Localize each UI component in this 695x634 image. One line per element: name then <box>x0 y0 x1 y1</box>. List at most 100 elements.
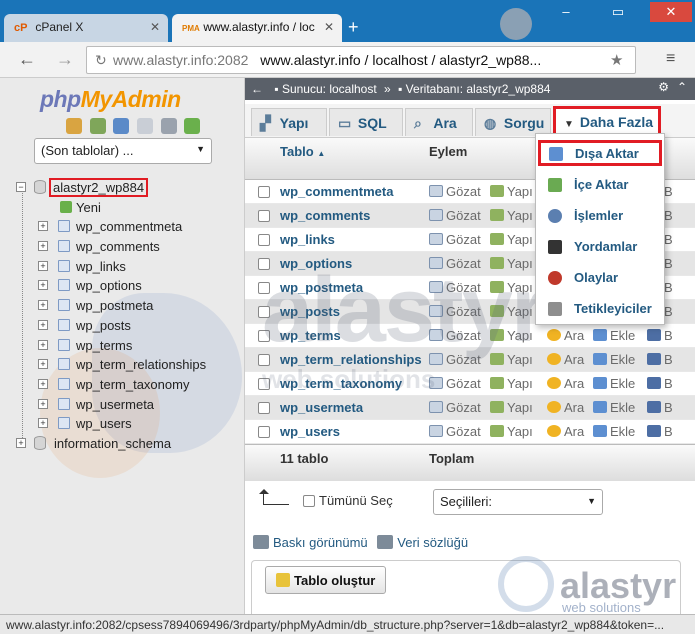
tab-query[interactable]: ◍ Sorgu <box>475 108 551 136</box>
search-action[interactable]: Ara <box>547 352 584 367</box>
menu-item-operations[interactable]: İşlemler <box>536 203 664 229</box>
address-bar[interactable]: ↻ www.alastyr.info:2082 www.alastyr.info… <box>86 46 636 74</box>
browse-action[interactable]: Gözat <box>429 232 481 247</box>
expand-icon[interactable]: + <box>38 359 48 370</box>
window-close-icon[interactable]: ✕ <box>650 2 692 22</box>
browse-action[interactable]: Gözat <box>429 400 481 415</box>
table-name-link[interactable]: wp_comments <box>280 208 370 223</box>
collapse-up-icon[interactable]: ⌃ <box>677 80 687 94</box>
expand-icon[interactable]: + <box>38 241 48 252</box>
tree-db-label[interactable]: information_schema <box>54 436 171 451</box>
back-arrow-icon[interactable]: ← <box>18 49 36 70</box>
expand-icon[interactable]: + <box>38 280 48 291</box>
tree-table-node[interactable]: + wp_posts <box>16 316 236 336</box>
help-icon[interactable] <box>113 118 130 134</box>
empty-action[interactable]: B <box>647 424 673 439</box>
maximize-icon[interactable]: ▭ <box>600 2 636 22</box>
search-action[interactable]: Ara <box>547 376 584 391</box>
browser-tab-phpmyadmin[interactable]: PMA www.alastyr.info / loc ✕ <box>172 14 342 42</box>
browse-action[interactable]: Gözat <box>429 424 481 439</box>
data-dictionary-link[interactable]: Veri sözlüğü <box>397 535 468 550</box>
tree-db-node[interactable]: − alastyr2_wp884 <box>16 178 236 198</box>
tree-table-node[interactable]: + wp_options <box>16 276 236 296</box>
breadcrumb-server[interactable]: Sunucu: localhost <box>282 82 377 96</box>
tree-table-node[interactable]: + wp_term_relationships <box>16 355 236 375</box>
row-checkbox[interactable] <box>258 234 270 246</box>
print-view-link[interactable]: Baskı görünümü <box>273 535 368 550</box>
expand-icon[interactable]: + <box>38 378 48 389</box>
insert-action[interactable]: Ekle <box>593 328 635 343</box>
recent-tables-select[interactable]: (Son tablolar) ... ▼ <box>34 138 212 164</box>
expand-icon[interactable]: + <box>38 221 48 232</box>
reload-icon[interactable]: ↻ <box>95 52 107 69</box>
search-action[interactable]: Ara <box>547 424 584 439</box>
structure-action[interactable]: Yapı <box>490 208 533 223</box>
tree-table-node[interactable]: + wp_users <box>16 414 236 434</box>
minimize-icon[interactable]: – <box>548 2 584 22</box>
tab-structure[interactable]: ▞ Yapı <box>251 108 327 136</box>
settings-icon[interactable] <box>160 118 177 134</box>
tree-table-node[interactable]: + wp_usermeta <box>16 395 236 415</box>
collapse-icon[interactable]: − <box>16 182 26 192</box>
phpmyadmin-logo[interactable]: phpMyAdmin <box>40 86 181 113</box>
bookmark-star-icon[interactable]: ★ <box>610 51 623 69</box>
tree-db-label[interactable]: alastyr2_wp884 <box>49 178 149 197</box>
expand-icon[interactable]: + <box>38 300 48 311</box>
empty-action[interactable]: B <box>647 328 673 343</box>
browser-tab-cpanel[interactable]: cP cPanel X ✕ <box>4 14 168 42</box>
expand-icon[interactable]: + <box>38 418 48 429</box>
tree-table-node[interactable]: + wp_links <box>16 257 236 277</box>
close-icon[interactable]: ✕ <box>150 20 160 34</box>
tab-sql[interactable]: ▭ SQL <box>329 108 403 136</box>
menu-item-events[interactable]: Olaylar <box>536 265 664 291</box>
empty-action[interactable]: B <box>647 376 673 391</box>
col-table-header[interactable]: Tablo ▲ <box>280 144 325 159</box>
structure-action[interactable]: Yapı <box>490 184 533 199</box>
table-name-link[interactable]: wp_users <box>280 424 340 439</box>
menu-item-import[interactable]: İçe Aktar <box>536 172 664 198</box>
user-avatar-icon[interactable] <box>500 8 532 40</box>
breadcrumb-database[interactable]: Veritabanı: alastyr2_wp884 <box>406 82 551 96</box>
table-name-link[interactable]: wp_links <box>280 232 335 247</box>
tab-more[interactable]: ▼ Daha Fazla <box>553 106 661 136</box>
logout-icon[interactable] <box>89 118 106 134</box>
table-name-link[interactable]: wp_usermeta <box>280 400 363 415</box>
menu-item-triggers[interactable]: Tetikleyiciler <box>536 296 664 322</box>
expand-icon[interactable]: + <box>38 260 48 271</box>
insert-action[interactable]: Ekle <box>593 376 635 391</box>
structure-action[interactable]: Yapı <box>490 424 533 439</box>
expand-icon[interactable]: + <box>16 437 26 448</box>
expand-icon[interactable]: + <box>38 339 48 350</box>
tree-db-node[interactable]: + information_schema <box>16 434 236 454</box>
expand-icon[interactable]: + <box>38 398 48 409</box>
browse-action[interactable]: Gözat <box>429 208 481 223</box>
browse-action[interactable]: Gözat <box>429 376 481 391</box>
docs-icon[interactable] <box>136 118 153 134</box>
structure-action[interactable]: Yapı <box>490 376 533 391</box>
row-checkbox[interactable] <box>258 426 270 438</box>
search-action[interactable]: Ara <box>547 328 584 343</box>
empty-action[interactable]: B <box>647 352 673 367</box>
search-action[interactable]: Ara <box>547 400 584 415</box>
insert-action[interactable]: Ekle <box>593 352 635 367</box>
settings-icon[interactable]: ⚙ <box>658 80 669 94</box>
tree-table-node[interactable]: + wp_comments <box>16 237 236 257</box>
check-all-checkbox[interactable] <box>303 495 315 507</box>
tree-table-node[interactable]: + wp_postmeta <box>16 296 236 316</box>
check-all-label[interactable]: Tümünü Seç <box>319 493 393 508</box>
row-checkbox[interactable] <box>258 210 270 222</box>
refresh-icon[interactable] <box>184 118 201 134</box>
expand-icon[interactable]: + <box>38 319 48 330</box>
browser-menu-icon[interactable]: ≡ <box>666 50 675 68</box>
table-name-link[interactable]: wp_commentmeta <box>280 184 393 199</box>
tree-new-node[interactable]: Yeni <box>16 198 236 218</box>
close-icon[interactable]: ✕ <box>324 20 334 34</box>
insert-action[interactable]: Ekle <box>593 424 635 439</box>
back-arrow-icon[interactable]: ← <box>251 82 263 96</box>
empty-action[interactable]: B <box>647 400 673 415</box>
forward-arrow-icon[interactable]: → <box>56 49 74 70</box>
tree-table-node[interactable]: + wp_terms <box>16 336 236 356</box>
insert-action[interactable]: Ekle <box>593 400 635 415</box>
tree-table-node[interactable]: + wp_commentmeta <box>16 217 236 237</box>
browse-action[interactable]: Gözat <box>429 184 481 199</box>
